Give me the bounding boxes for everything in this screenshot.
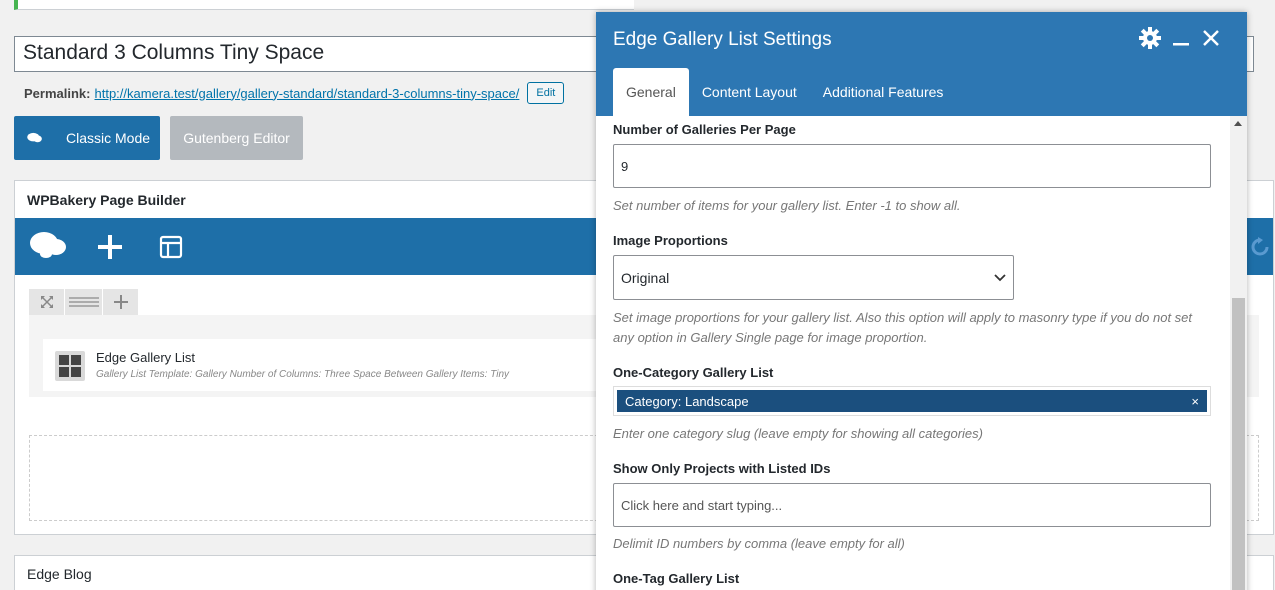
permalink-row: Permalink: http://kamera.test/gallery/ga…: [24, 82, 565, 104]
minimize-icon[interactable]: [1171, 28, 1191, 48]
classic-mode-button[interactable]: Classic Mode: [14, 116, 160, 160]
ids-label: Show Only Projects with Listed IDs: [613, 461, 831, 476]
category-tag-text: Category: Landscape: [625, 393, 749, 409]
tag-list-label: One-Tag Gallery List: [613, 571, 740, 586]
category-tag-input[interactable]: Category: Landscape ×: [613, 386, 1211, 416]
edge-blog-title: Edge Blog: [27, 566, 92, 582]
drag-row-icon[interactable]: [65, 289, 103, 315]
tab-additional-features[interactable]: Additional Features: [810, 68, 957, 116]
element-title: Edge Gallery List: [96, 350, 195, 365]
modal-tabs: General Content Layout Additional Featur…: [613, 68, 956, 116]
modal-title: Edge Gallery List Settings: [613, 29, 832, 50]
remove-tag-icon[interactable]: ×: [1191, 394, 1199, 409]
templates-icon[interactable]: [159, 235, 183, 259]
gear-icon[interactable]: [1139, 27, 1161, 49]
proportions-label: Image Proportions: [613, 233, 728, 248]
scroll-up-arrow-icon[interactable]: [1234, 121, 1242, 126]
expand-row-icon[interactable]: [29, 289, 65, 315]
chevron-down-icon: [994, 273, 1006, 281]
category-help: Enter one category slug (leave empty for…: [613, 426, 983, 441]
settings-modal: Edge Gallery List Settings General Conte…: [596, 12, 1247, 590]
modal-actions: [1139, 27, 1221, 49]
page-builder-title: WPBakery Page Builder: [27, 192, 186, 208]
permalink-link[interactable]: http://kamera.test/gallery/gallery-stand…: [94, 86, 519, 101]
element-description: Gallery List Template: Gallery Number of…: [96, 369, 510, 380]
category-tag-chip: Category: Landscape ×: [617, 390, 1207, 412]
permalink-edit-button[interactable]: Edit: [527, 82, 565, 104]
proportions-help: Set image proportions for your gallery l…: [613, 310, 1193, 345]
permalink-label: Permalink:: [24, 85, 91, 101]
scrollbar-thumb[interactable]: [1232, 298, 1245, 590]
per-page-input[interactable]: 9: [613, 144, 1211, 188]
modal-scrollbar[interactable]: [1230, 116, 1247, 590]
redo-icon[interactable]: [1249, 236, 1271, 258]
ids-placeholder: Click here and start typing...: [621, 497, 783, 513]
ids-input[interactable]: Click here and start typing...: [613, 483, 1211, 527]
category-label: One-Category Gallery List: [613, 365, 774, 380]
tab-general[interactable]: General: [613, 68, 689, 116]
close-icon[interactable]: [1201, 28, 1221, 48]
modal-body: Number of Galleries Per Page 9 Set numbe…: [596, 116, 1229, 590]
proportions-select[interactable]: Original: [613, 255, 1014, 300]
admin-notice: [14, 0, 634, 10]
per-page-label: Number of Galleries Per Page: [613, 122, 796, 137]
ids-help: Delimit ID numbers by comma (leave empty…: [613, 536, 905, 551]
proportions-value: Original: [621, 269, 670, 286]
gutenberg-editor-button[interactable]: Gutenberg Editor: [170, 116, 303, 160]
gallery-grid-icon: [55, 351, 85, 381]
add-column-icon[interactable]: [103, 289, 139, 315]
cloud-icon: [27, 132, 42, 143]
per-page-help: Set number of items for your gallery lis…: [613, 198, 961, 213]
classic-mode-label: Classic Mode: [66, 130, 151, 146]
wpbakery-logo-icon[interactable]: [29, 230, 67, 262]
tab-content-layout[interactable]: Content Layout: [689, 68, 810, 116]
row-controls: [29, 289, 139, 315]
modal-header: Edge Gallery List Settings General Conte…: [596, 12, 1247, 116]
add-element-icon[interactable]: [97, 234, 123, 260]
